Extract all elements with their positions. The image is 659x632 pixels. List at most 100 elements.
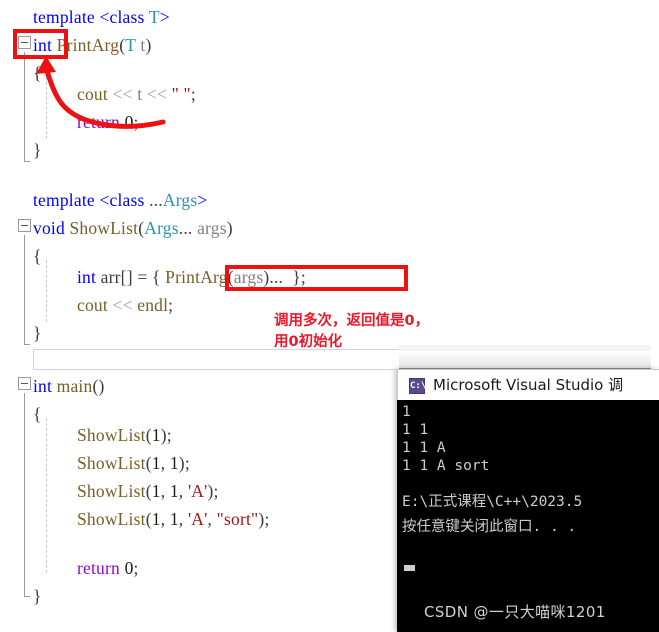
arg-3-c4: 'A'	[187, 509, 208, 529]
console-window-title: Microsoft Visual Studio 调	[433, 376, 624, 394]
code-line-printarg-close-brace: }	[33, 140, 42, 161]
code-line-main-close-brace: }	[33, 586, 42, 607]
code-line-main-signature: int main()	[33, 376, 105, 397]
stream-cout-2: cout	[77, 295, 108, 315]
semicolon-c4: ;	[264, 509, 270, 529]
call-showlist-3: ShowList	[77, 481, 146, 501]
string-literal-space: " "	[171, 84, 191, 104]
param-type-t: T	[125, 35, 136, 55]
semicolon-4: ;	[168, 295, 174, 315]
paren-close: )	[145, 35, 152, 55]
angle-open-2: <	[99, 190, 110, 210]
paren-close-main: )	[98, 376, 105, 396]
console-output-path: E:\正式课程\C++\2023.5	[402, 494, 583, 510]
literal-zero-printarg: 0	[124, 112, 134, 132]
arg-1-c1: 1	[151, 425, 161, 445]
function-name-showlist: ShowList	[69, 218, 139, 238]
outlining-collapse-box-showlist[interactable]	[18, 219, 31, 232]
code-line-cout-endl: cout << endl;	[77, 295, 173, 316]
arg-args: args	[233, 267, 264, 287]
console-output[interactable]: 1 1 1 1 1 A 1 1 A sort E:\正式课程\C++\2023.…	[398, 400, 659, 632]
semicolon-2: ;	[133, 112, 139, 132]
type-param-args: Args	[162, 190, 198, 210]
console-output-line: 1 1 A sort	[402, 458, 490, 474]
function-name-printarg: PrintArg	[56, 35, 120, 55]
call-showlist-1: ShowList	[77, 425, 146, 445]
semicolon-main: ;	[133, 558, 139, 578]
keyword-template-2: template	[33, 190, 95, 210]
outlining-guide-foot-showlist	[24, 344, 30, 345]
keyword-class: class	[109, 7, 145, 27]
arg-4-c4: "sort"	[216, 509, 259, 529]
arg-1-c3: 1	[151, 481, 161, 501]
code-line-template-t: template <class T>	[33, 7, 170, 28]
code-line-template-args: template <class ...Args>	[33, 190, 207, 211]
keyword-int-arr: int	[77, 267, 97, 287]
code-line-showlist-call-1: ShowList(1);	[77, 425, 172, 446]
outlining-guide-main	[24, 393, 25, 597]
brace-open-printarg: {	[33, 63, 42, 83]
literal-zero-main: 0	[124, 558, 134, 578]
ellipsis-expansion: ...	[269, 267, 284, 287]
code-line-arr-init: int arr[] = { PrintArg(args)... };	[77, 267, 306, 288]
function-name-main: main	[56, 376, 93, 396]
annotation-note-line-1: 调用多次，返回值是0，	[274, 313, 430, 329]
variable-arr: arr[]	[100, 267, 133, 287]
horizontal-scrollbar[interactable]	[399, 351, 651, 369]
code-line-showlist-signature: void ShowList(Args... args)	[33, 218, 233, 239]
outlining-guide-foot-printarg	[24, 161, 30, 162]
angle-close-2: >	[197, 190, 208, 210]
console-window[interactable]: C:\ Microsoft Visual Studio 调 1 1 1 1 1 …	[397, 369, 659, 632]
arg-3-c3: 'A'	[187, 481, 208, 501]
angle-close: >	[159, 7, 170, 27]
shift-operator-2: <<	[146, 84, 168, 104]
brace-open-showlist: {	[33, 246, 42, 266]
console-cursor	[404, 565, 415, 571]
paren-close-2: )	[226, 218, 233, 238]
brace-close-init: }	[292, 267, 301, 287]
code-line-showlist-call-3: ShowList(1, 1, 'A');	[77, 481, 219, 502]
code-line-printarg-signature: int PrintArg(T t)	[33, 35, 151, 56]
brace-open-main: {	[33, 404, 42, 424]
arg-2-c2: 1	[169, 453, 179, 473]
code-line-main-open-brace: {	[33, 404, 42, 425]
annotation-note-line-2: 用0初始化	[274, 334, 343, 350]
keyword-int-printarg: int	[33, 35, 53, 55]
param-pack-name-args: args	[197, 218, 227, 238]
indent-guide-showlist	[46, 260, 47, 322]
console-output-line: 1 1	[402, 422, 429, 438]
code-line-main-return: return 0;	[77, 558, 139, 579]
assign-operator: =	[137, 267, 148, 287]
keyword-return-main: return	[77, 558, 120, 578]
type-param-t: T	[148, 7, 160, 27]
brace-close-showlist: }	[33, 323, 42, 343]
indent-guide-main	[46, 418, 47, 573]
brace-close-main: }	[33, 586, 42, 606]
call-showlist-2: ShowList	[77, 453, 146, 473]
semicolon-3: ;	[300, 267, 306, 287]
stream-cout: cout	[77, 84, 108, 104]
keyword-class-2: class	[109, 190, 145, 210]
arg-1-c2: 1	[151, 453, 161, 473]
manipulator-endl: endl	[137, 295, 169, 315]
code-line-cout-t: cout << t << " ";	[77, 84, 196, 105]
console-output-prompt: 按任意键关闭此窗口. . .	[402, 519, 577, 535]
code-line-printarg-return: return 0;	[77, 112, 139, 133]
csdn-watermark: CSDN @一只大喵咪1201	[424, 603, 606, 621]
keyword-return-printarg: return	[77, 112, 120, 132]
semicolon-c3: ;	[213, 481, 219, 501]
outlining-collapse-box-main[interactable]	[18, 377, 31, 390]
param-pack-type-args: Args	[144, 218, 179, 238]
ellipsis-template: ...	[149, 190, 163, 210]
semicolon-c2: ;	[184, 453, 190, 473]
shift-operator-3: <<	[112, 295, 133, 315]
arg-2-c4: 1	[169, 509, 179, 529]
brace-close-printarg: }	[33, 140, 42, 160]
console-titlebar[interactable]: C:\ Microsoft Visual Studio 调	[397, 369, 659, 400]
outlining-collapse-box-printarg[interactable]	[18, 36, 31, 49]
angle-open: <	[99, 7, 110, 27]
shift-operator-1: <<	[112, 84, 133, 104]
keyword-int-main: int	[33, 376, 53, 396]
code-line-showlist-call-4: ShowList(1, 1, 'A', "sort");	[77, 509, 270, 530]
keyword-template: template	[33, 7, 95, 27]
